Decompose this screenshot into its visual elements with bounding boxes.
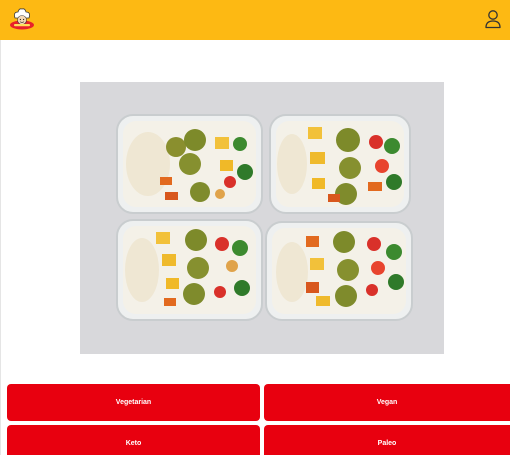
category-button-vegan[interactable]: Vegan — [264, 384, 510, 421]
category-button-label: Vegan — [376, 399, 398, 406]
user-account-icon[interactable] — [484, 9, 502, 29]
meal-prep-containers-image — [80, 82, 444, 354]
top-bar — [0, 0, 510, 40]
category-button-label: Keto — [125, 440, 142, 447]
category-button-vegetarian[interactable]: Vegetarian — [7, 384, 260, 421]
category-button-paleo[interactable]: Paleo — [264, 425, 510, 455]
chef-logo-icon[interactable] — [9, 6, 35, 30]
page-left-border — [0, 40, 1, 455]
category-button-keto[interactable]: Keto — [7, 425, 260, 455]
category-button-label: Vegetarian — [115, 399, 152, 406]
category-button-label: Paleo — [377, 440, 397, 447]
